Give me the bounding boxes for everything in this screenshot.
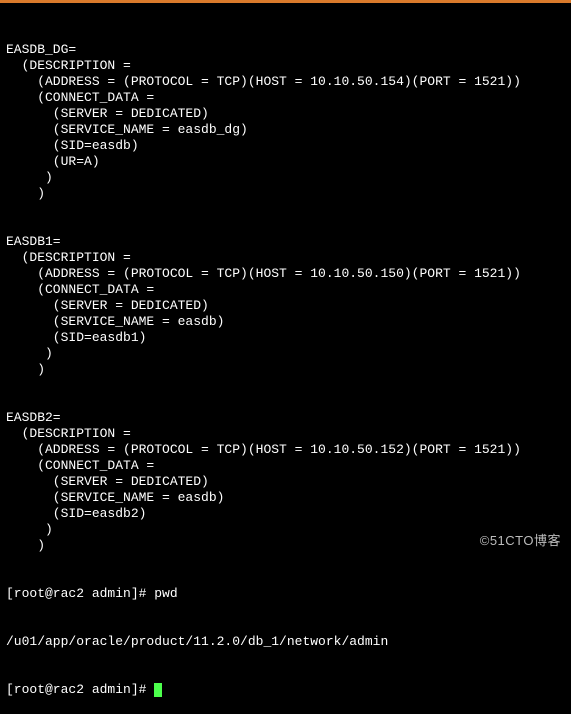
file-line: (SERVER = DEDICATED) [6,474,565,490]
pwd-output: /u01/app/oracle/product/11.2.0/db_1/netw… [6,634,565,650]
file-line: (SID=easdb) [6,138,565,154]
file-line: ) [6,186,565,202]
file-line: (UR=A) [6,154,565,170]
file-line: (SERVER = DEDICATED) [6,298,565,314]
file-line [6,378,565,394]
file-line: (SID=easdb1) [6,330,565,346]
terminal-output[interactable]: EASDB_DG= (DESCRIPTION = (ADDRESS = (PRO… [6,10,565,714]
shell-prompt-line[interactable]: [root@rac2 admin]# pwd [6,586,565,602]
file-line: (DESCRIPTION = [6,58,565,74]
file-line: ) [6,346,565,362]
file-line: (DESCRIPTION = [6,250,565,266]
prompt-userhost: [root@rac2 admin]# [6,682,154,697]
file-line: (ADDRESS = (PROTOCOL = TCP)(HOST = 10.10… [6,266,565,282]
file-line: (CONNECT_DATA = [6,458,565,474]
window-titlebar-strip [0,0,571,3]
file-line: (SERVICE_NAME = easdb) [6,314,565,330]
file-line [6,218,565,234]
file-line: (SERVICE_NAME = easdb_dg) [6,122,565,138]
file-line: ) [6,170,565,186]
file-line: (CONNECT_DATA = [6,282,565,298]
file-line: (SERVICE_NAME = easdb) [6,490,565,506]
file-line: (ADDRESS = (PROTOCOL = TCP)(HOST = 10.10… [6,74,565,90]
file-line: EASDB_DG= [6,42,565,58]
file-line: EASDB2= [6,410,565,426]
file-line: (CONNECT_DATA = [6,90,565,106]
shell-prompt-line[interactable]: [root@rac2 admin]# [6,682,565,698]
file-line: ) [6,362,565,378]
file-line: (ADDRESS = (PROTOCOL = TCP)(HOST = 10.10… [6,442,565,458]
file-line: (DESCRIPTION = [6,426,565,442]
cursor-block [154,683,162,697]
file-line: (SID=easdb2) [6,506,565,522]
prompt-userhost: [root@rac2 admin]# [6,586,154,601]
watermark-text: ©51CTO博客 [480,533,561,549]
file-line [6,394,565,410]
file-line: EASDB1= [6,234,565,250]
file-line: (SERVER = DEDICATED) [6,106,565,122]
file-line [6,202,565,218]
prompt-command: pwd [154,586,177,601]
